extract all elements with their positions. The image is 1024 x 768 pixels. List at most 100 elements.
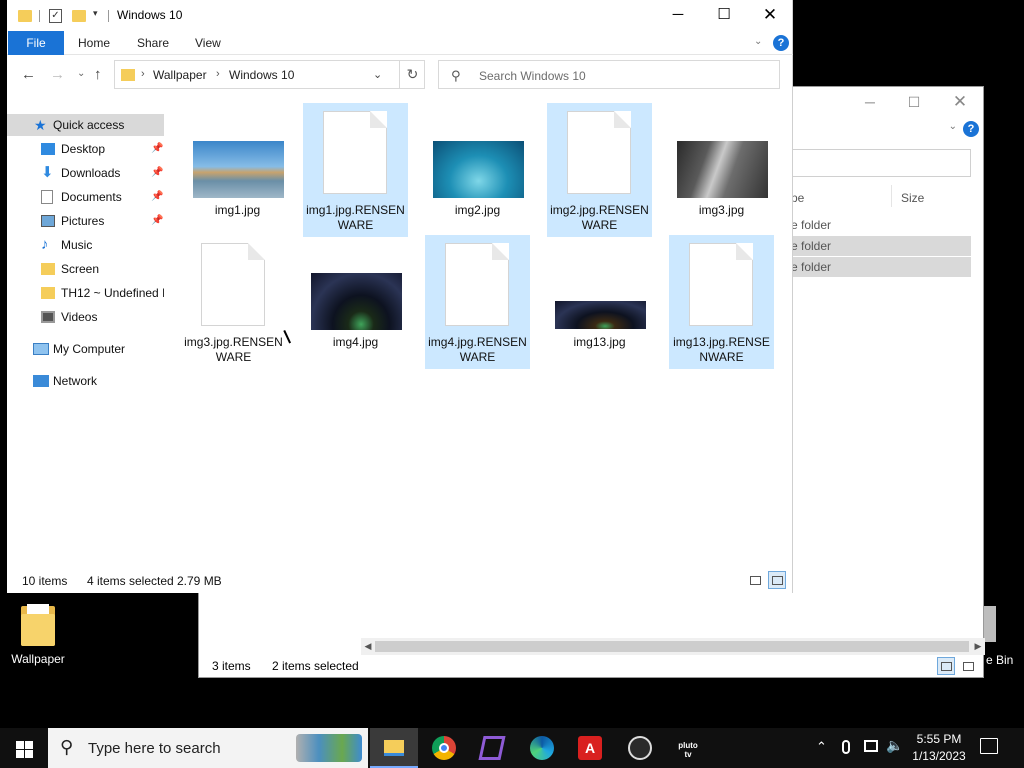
pin-icon[interactable]: 📌 bbox=[151, 186, 163, 208]
forward-arrow-icon[interactable]: → bbox=[50, 66, 65, 83]
minimize-button[interactable]: ─ bbox=[655, 0, 701, 30]
horizontal-scrollbar[interactable]: ◀ ▶ bbox=[361, 638, 985, 655]
large-icons-view-button[interactable] bbox=[959, 657, 977, 675]
file-list[interactable]: img1.jpg img1.jpg.RENSENWARE img2.jpg im… bbox=[172, 97, 792, 563]
chevron-right-icon[interactable]: › bbox=[141, 68, 145, 80]
system-tray: ⌃ 🔈 bbox=[810, 728, 906, 768]
help-icon[interactable]: ? bbox=[963, 121, 979, 137]
microphone-icon[interactable] bbox=[842, 740, 850, 754]
sidebar-item-downloads[interactable]: ⬇ Downloads 📌 bbox=[7, 162, 164, 184]
tab-file[interactable]: File bbox=[8, 31, 64, 55]
file-name: img1.jpg.RENSENWARE bbox=[306, 203, 405, 232]
file-item[interactable]: img3.jpg.RENSENWARE bbox=[181, 235, 286, 369]
chevron-right-icon[interactable]: › bbox=[216, 68, 220, 80]
file-item[interactable]: img2.jpg.RENSENWARE bbox=[547, 103, 652, 237]
file-item[interactable]: img1.jpg.RENSENWARE bbox=[303, 103, 408, 237]
network-icon[interactable] bbox=[864, 740, 878, 752]
folder-icon bbox=[41, 263, 55, 275]
recycle-bin-icon[interactable] bbox=[982, 606, 996, 642]
breadcrumb-windows-10[interactable]: Windows 10 bbox=[229, 68, 294, 82]
tab-share[interactable]: Share bbox=[137, 31, 169, 55]
sidebar-item-network[interactable]: Network bbox=[7, 370, 164, 392]
notifications-icon[interactable] bbox=[980, 738, 998, 754]
properties-icon[interactable]: ✓ bbox=[49, 9, 62, 23]
sidebar-item-music[interactable]: ♪ Music bbox=[7, 234, 164, 256]
taskbar-search-input[interactable]: ⚲ Type here to search bbox=[48, 728, 368, 768]
edge-icon[interactable] bbox=[518, 728, 566, 768]
recent-locations-icon[interactable]: ⌄ bbox=[77, 68, 85, 79]
large-icons-view-button[interactable] bbox=[768, 571, 786, 589]
sidebar-item-desktop[interactable]: Desktop 📌 bbox=[7, 138, 164, 160]
navigation-pane: ★ Quick access Desktop 📌 ⬇ Downloads 📌 D… bbox=[7, 110, 164, 565]
file-name: img13.jpg.RENSENWARE bbox=[673, 335, 770, 364]
sidebar-item-screen[interactable]: Screen bbox=[7, 258, 164, 280]
volume-icon[interactable]: 🔈 bbox=[886, 737, 903, 754]
taskbar: ⚲ Type here to search A pluto tv ⌃ 🔈 5:5… bbox=[0, 728, 1024, 768]
clock[interactable]: 5:55 PM 1/13/2023 bbox=[906, 731, 972, 765]
file-item[interactable]: img3.jpg bbox=[669, 103, 774, 222]
column-header-size[interactable]: Size bbox=[901, 191, 924, 205]
sidebar-item-documents[interactable]: Documents 📌 bbox=[7, 186, 164, 208]
start-button[interactable] bbox=[0, 728, 48, 768]
up-arrow-icon[interactable]: ↑ bbox=[94, 66, 102, 83]
file-item[interactable]: img2.jpg bbox=[425, 103, 530, 222]
desktop-icon-wallpaper[interactable]: Wallpaper bbox=[3, 604, 73, 666]
new-folder-icon[interactable] bbox=[72, 10, 86, 22]
pin-icon[interactable]: 📌 bbox=[151, 210, 163, 232]
chrome-icon[interactable] bbox=[420, 728, 468, 768]
file-explorer-icon[interactable] bbox=[370, 728, 418, 768]
close-button[interactable]: ✕ bbox=[937, 87, 983, 117]
tab-home[interactable]: Home bbox=[78, 31, 110, 55]
refresh-icon[interactable]: ↻ bbox=[399, 60, 425, 89]
help-icon[interactable]: ? bbox=[773, 35, 789, 51]
sidebar-item-pictures[interactable]: Pictures 📌 bbox=[7, 210, 164, 232]
item-count: 3 items bbox=[212, 659, 251, 673]
chevron-down-icon[interactable]: ⌄ bbox=[373, 68, 382, 81]
chevron-up-icon[interactable]: ⌃ bbox=[816, 739, 827, 755]
maximize-button[interactable]: ☐ bbox=[701, 0, 747, 30]
minimize-button[interactable]: ─ bbox=[847, 87, 893, 117]
list-item[interactable]: e folder bbox=[791, 215, 971, 235]
file-item[interactable]: img1.jpg bbox=[185, 103, 290, 222]
desktop-icon bbox=[41, 143, 55, 155]
scroll-left-arrow[interactable]: ◀ bbox=[361, 638, 375, 655]
chevron-down-icon[interactable]: ⌄ bbox=[949, 121, 957, 132]
clock-date: 1/13/2023 bbox=[912, 749, 966, 763]
file-item[interactable]: img13.jpg.RENSENWARE bbox=[669, 235, 774, 369]
list-item[interactable]: e folder bbox=[791, 236, 971, 256]
expand-ribbon-icon[interactable]: ⌄ bbox=[754, 36, 762, 47]
close-button[interactable]: ✕ bbox=[747, 0, 793, 30]
pin-icon[interactable]: 📌 bbox=[151, 162, 163, 184]
search-input[interactable]: ⚲ Search Windows 10 bbox=[438, 60, 780, 89]
tab-view[interactable]: View bbox=[195, 31, 221, 55]
sidebar-item-my-computer[interactable]: My Computer bbox=[7, 338, 164, 360]
details-view-button[interactable] bbox=[746, 571, 764, 589]
details-view-button[interactable] bbox=[937, 657, 955, 675]
explorer-window[interactable]: ✓ ▾ Windows 10 ─ ☐ ✕ File Home Share Vie… bbox=[7, 0, 793, 593]
pluto-tv-icon[interactable]: pluto tv bbox=[664, 728, 712, 768]
scroll-right-arrow[interactable]: ▶ bbox=[971, 638, 985, 655]
search-input[interactable] bbox=[791, 149, 971, 177]
file-name: img13.jpg bbox=[573, 335, 626, 349]
address-bar[interactable]: › Wallpaper › Windows 10 ⌄ ↻ bbox=[114, 60, 425, 89]
file-item[interactable]: img13.jpg bbox=[547, 235, 652, 354]
customize-toolbar-icon[interactable]: ▾ bbox=[93, 8, 98, 19]
acrobat-icon[interactable]: A bbox=[566, 728, 614, 768]
scroll-thumb[interactable] bbox=[375, 641, 969, 652]
file-item[interactable]: img4.jpg.RENSENWARE bbox=[425, 235, 530, 369]
sidebar-item-videos[interactable]: Videos bbox=[7, 306, 164, 328]
network-icon bbox=[33, 375, 49, 387]
file-item[interactable]: img4.jpg bbox=[303, 235, 408, 354]
recycle-bin-label: e Bin bbox=[986, 653, 1014, 667]
breadcrumb-wallpaper[interactable]: Wallpaper bbox=[153, 68, 207, 82]
list-item[interactable]: e folder bbox=[791, 257, 971, 277]
maximize-button[interactable]: ☐ bbox=[891, 87, 937, 117]
document-icon bbox=[689, 243, 753, 326]
sidebar-item-quick-access[interactable]: ★ Quick access bbox=[7, 114, 164, 136]
pin-icon[interactable]: 📌 bbox=[151, 138, 163, 160]
column-header-type[interactable]: pe bbox=[791, 191, 804, 205]
obs-icon[interactable] bbox=[616, 728, 664, 768]
visual-studio-icon[interactable] bbox=[468, 728, 516, 768]
back-arrow-icon[interactable]: ← bbox=[21, 66, 36, 83]
sidebar-item-th12[interactable]: TH12 ~ Undefined F bbox=[7, 282, 164, 304]
